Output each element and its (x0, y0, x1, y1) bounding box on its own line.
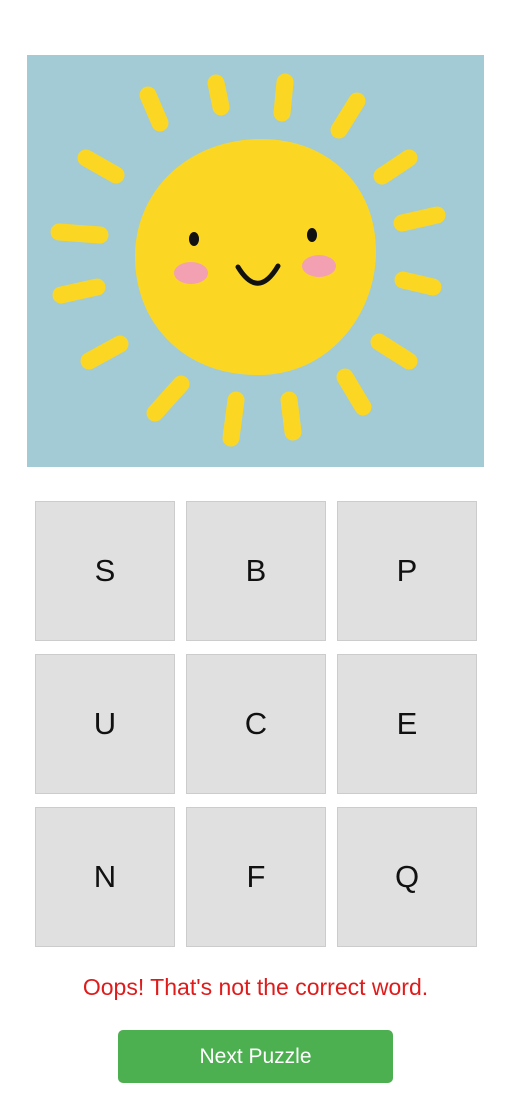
sun-face (134, 138, 377, 376)
letter-tile[interactable]: F (186, 807, 326, 947)
puzzle-page: S B P U C E N F Q Oops! That's not the c… (0, 0, 511, 1111)
sun-illustration (27, 55, 484, 467)
right-cheek (302, 255, 336, 277)
next-puzzle-button[interactable]: Next Puzzle (118, 1030, 393, 1083)
letter-tile[interactable]: E (337, 654, 477, 794)
letter-tile[interactable]: B (186, 501, 326, 641)
letter-grid: S B P U C E N F Q (35, 501, 478, 947)
feedback-message: Oops! That's not the correct word. (82, 974, 429, 1000)
letter-tile[interactable]: Q (337, 807, 477, 947)
letter-tile[interactable]: C (186, 654, 326, 794)
left-eye (189, 232, 199, 246)
letter-tile[interactable]: U (35, 654, 175, 794)
letter-tile[interactable]: P (337, 501, 477, 641)
letter-tile[interactable]: N (35, 807, 175, 947)
left-cheek (174, 262, 208, 284)
letter-tile[interactable]: S (35, 501, 175, 641)
right-eye (307, 228, 317, 242)
puzzle-image (27, 55, 484, 467)
